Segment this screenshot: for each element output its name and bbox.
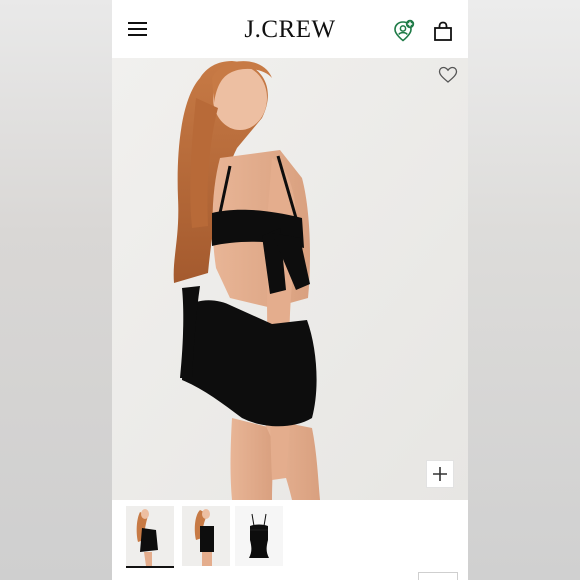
account-icon[interactable]	[392, 19, 416, 43]
thumbnail-strip	[112, 500, 468, 580]
thumbnail-3-product[interactable]	[235, 506, 283, 566]
product-hero-image[interactable]	[112, 58, 468, 500]
heart-icon[interactable]	[438, 66, 458, 84]
mobile-product-page: J.CREW	[112, 0, 468, 580]
top-navigation-bar: J.CREW	[112, 0, 468, 58]
active-thumbnail-indicator	[126, 566, 174, 568]
zoom-button[interactable]	[426, 460, 454, 488]
bottom-right-box	[418, 572, 458, 580]
shopping-bag-icon[interactable]	[432, 20, 454, 42]
thumbnail-2[interactable]	[182, 506, 230, 566]
model-photo	[112, 58, 468, 500]
background-blur-right	[468, 0, 580, 580]
plus-icon	[433, 467, 447, 481]
background-blur-left	[0, 0, 112, 580]
thumbnail-1[interactable]	[126, 506, 174, 566]
